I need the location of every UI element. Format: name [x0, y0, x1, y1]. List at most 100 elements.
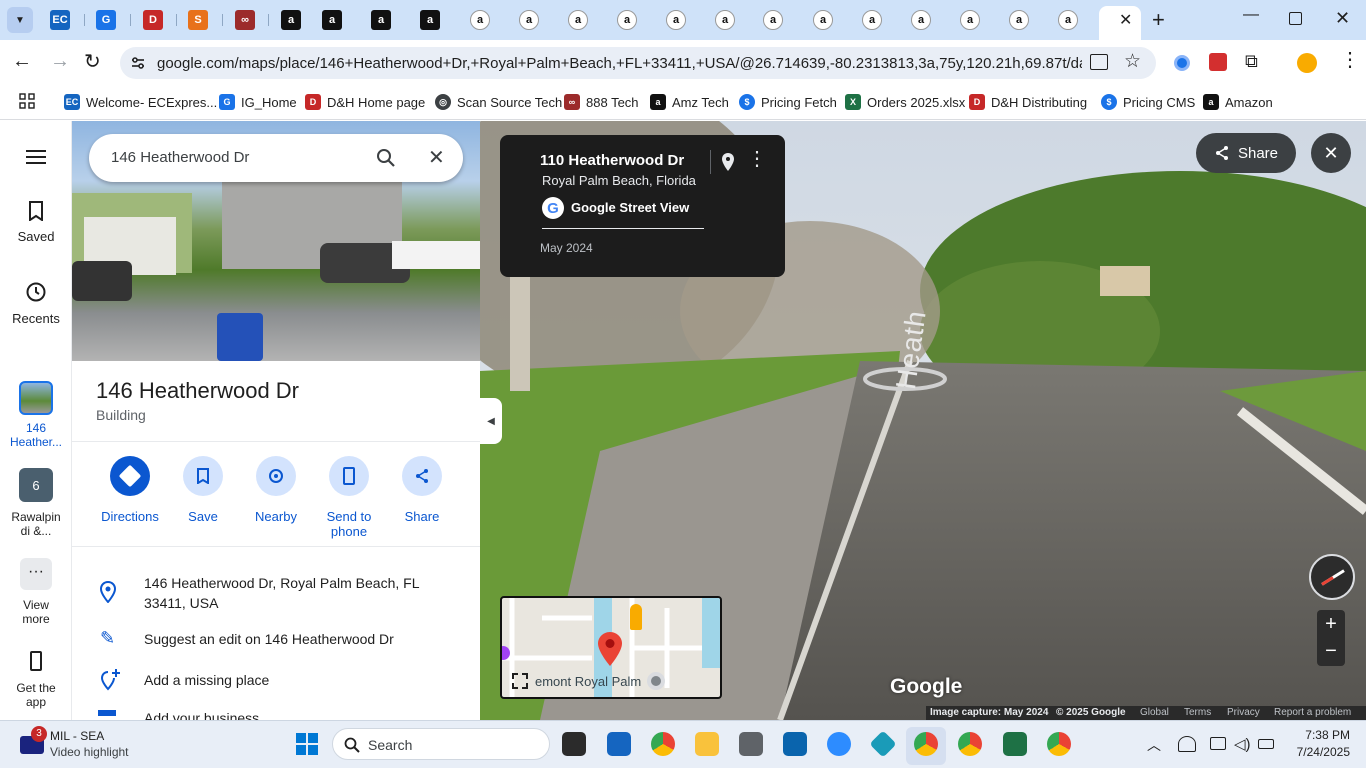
place-category[interactable]: Building	[96, 407, 146, 423]
tab-amazon-9[interactable]: a	[666, 10, 686, 30]
location-pin-icon[interactable]	[721, 152, 735, 172]
url-text[interactable]: google.com/maps/place/146+Heatherwood+Dr…	[157, 55, 1082, 72]
tab-amazon-7[interactable]: a	[568, 10, 588, 30]
zoom-in-button[interactable]: +	[1317, 610, 1345, 638]
bookmark-amazon[interactable]: a Amazon	[1203, 92, 1273, 112]
outlook-icon[interactable]	[783, 732, 807, 756]
display-icon[interactable]	[1210, 737, 1226, 750]
tab-amazon-3[interactable]: a	[371, 10, 391, 30]
profile-avatar[interactable]	[1297, 53, 1317, 73]
excel-icon[interactable]	[1003, 732, 1027, 756]
site-info-icon[interactable]	[130, 55, 146, 71]
maximize-button[interactable]	[1289, 12, 1302, 25]
rail-view-more[interactable]: ··· View more	[0, 558, 72, 626]
street-view[interactable]: Heath 110 Heatherwood Dr Royal Palm Beac…	[480, 121, 1366, 720]
bookmark-ecexpress[interactable]: EC Welcome- ECExpres...	[64, 92, 217, 112]
bookmark-orders-xlsx[interactable]: X Orders 2025.xlsx	[845, 92, 965, 112]
tab-amazon-5[interactable]: a	[470, 10, 490, 30]
close-street-view-button[interactable]: ✕	[1311, 133, 1351, 173]
close-window-button[interactable]: ✕	[1335, 8, 1350, 29]
clock-date[interactable]: 7/24/2025	[1280, 745, 1350, 759]
tab-amazon-10[interactable]: a	[715, 10, 735, 30]
directions-button[interactable]: Directions	[95, 456, 165, 524]
pdf-extension-icon[interactable]	[1209, 53, 1227, 71]
tab-amazon-4[interactable]: a	[420, 10, 440, 30]
collapse-panel-button[interactable]: ◀	[480, 398, 502, 444]
chrome-icon[interactable]	[914, 732, 938, 756]
sv-share-button[interactable]: Share	[1196, 133, 1296, 173]
search-input[interactable]: 146 Heatherwood Dr	[111, 149, 249, 166]
bookmark-amz-tech[interactable]: a Amz Tech	[650, 92, 729, 112]
start-button[interactable]	[295, 732, 319, 756]
reload-button[interactable]: ↻	[84, 49, 101, 74]
minimap[interactable]: emont Royal Palm	[500, 596, 722, 699]
zoom-icon[interactable]	[827, 732, 851, 756]
bookmark-star-icon[interactable]: ☆	[1124, 50, 1141, 73]
store-icon[interactable]	[607, 732, 631, 756]
bookmark-pricing-cms[interactable]: $ Pricing CMS	[1101, 92, 1195, 112]
rail-recents[interactable]: Recents	[0, 281, 72, 326]
tab-amazon-17[interactable]: a	[1058, 10, 1078, 30]
bookmark-888-tech[interactable]: ∞ 888 Tech	[564, 92, 639, 112]
news-widget[interactable]: 3 MIL - SEA Video highlight	[14, 726, 164, 764]
new-tab-button[interactable]: +	[1152, 7, 1165, 33]
minimize-button[interactable]: —	[1243, 6, 1259, 24]
forward-button[interactable]: →	[50, 50, 70, 73]
tab-search-button[interactable]: ▼	[7, 7, 33, 33]
tab-amazon-12[interactable]: a	[813, 10, 833, 30]
more-options-icon[interactable]: ⋮	[747, 149, 767, 169]
apps-grid-icon[interactable]	[19, 93, 35, 109]
volume-icon[interactable]: ◁)	[1234, 735, 1251, 753]
compass-button[interactable]	[1309, 554, 1355, 600]
tab-scansource[interactable]: S	[188, 10, 208, 30]
tab-amazon-15[interactable]: a	[960, 10, 980, 30]
suggest-edit-row[interactable]: ✎ Suggest an edit on 146 Heatherwood Dr	[72, 628, 480, 668]
tab-amazon-8[interactable]: a	[617, 10, 637, 30]
bookmark-pricing-fetch[interactable]: $ Pricing Fetch	[739, 92, 837, 112]
tab-amazon-16[interactable]: a	[1009, 10, 1029, 30]
search-icon[interactable]	[376, 148, 396, 168]
extension-icon-blue[interactable]	[1174, 55, 1190, 71]
address-row[interactable]: 146 Heatherwood Dr, Royal Palm Beach, FL…	[72, 571, 480, 611]
provider-label[interactable]: Google Street View	[571, 200, 689, 215]
clear-search-icon[interactable]: ✕	[428, 145, 445, 170]
extensions-puzzle-icon[interactable]: ⧉	[1245, 51, 1258, 72]
add-missing-place-row[interactable]: Add a missing place	[72, 668, 480, 708]
rail-get-the-app[interactable]: Get the app	[0, 651, 72, 709]
calculator-icon[interactable]	[739, 732, 763, 756]
capture-date[interactable]: May 2024	[540, 241, 593, 255]
zoom-out-button[interactable]: −	[1317, 638, 1345, 666]
tab-amazon-11[interactable]: a	[763, 10, 783, 30]
back-button[interactable]: ←	[12, 50, 32, 73]
street-view-pegman-icon[interactable]	[630, 604, 642, 630]
tab-ig[interactable]: G	[96, 10, 116, 30]
chrome-icon[interactable]	[651, 732, 675, 756]
tab-amazon-13[interactable]: a	[862, 10, 882, 30]
menu-kebab-icon[interactable]: ⋮	[1340, 50, 1360, 70]
bookmark-scansource[interactable]: ◎ Scan Source Tech	[435, 92, 562, 112]
send-to-phone-button[interactable]: Send to phone	[314, 456, 384, 539]
bookmark-dh-distributing[interactable]: D D&H Distributing	[969, 92, 1087, 112]
file-explorer-icon[interactable]	[695, 732, 719, 756]
fullscreen-icon[interactable]	[512, 673, 528, 689]
share-button[interactable]: Share	[387, 456, 457, 524]
chrome-profile-icon[interactable]	[1047, 732, 1071, 756]
save-button[interactable]: Save	[168, 456, 238, 524]
tab-amazon-1[interactable]: a	[281, 10, 301, 30]
hamburger-menu-icon[interactable]	[26, 150, 46, 164]
taskbar-search-box[interactable]: Search	[332, 728, 550, 760]
task-view-icon[interactable]	[562, 732, 586, 756]
bookmark-ig-home[interactable]: G IG_Home	[219, 92, 297, 112]
tab-amazon-14[interactable]: a	[911, 10, 931, 30]
chevron-up-icon[interactable]: ︿	[1147, 735, 1161, 755]
network-off-icon[interactable]	[1178, 736, 1196, 752]
add-business-row[interactable]: Add your business	[72, 710, 480, 720]
tab-amazon-6[interactable]: a	[519, 10, 539, 30]
bookmark-dh-home[interactable]: D D&H Home page	[305, 92, 425, 112]
rail-saved[interactable]: Saved	[0, 201, 72, 244]
chrome-profile-icon[interactable]	[958, 732, 982, 756]
tab-ec[interactable]: EC	[50, 10, 70, 30]
rail-recent-heatherwood[interactable]: 146 Heather...	[0, 381, 72, 449]
tab-amazon-2[interactable]: a	[322, 10, 342, 30]
search-box[interactable]: 146 Heatherwood Dr ✕	[89, 134, 463, 182]
